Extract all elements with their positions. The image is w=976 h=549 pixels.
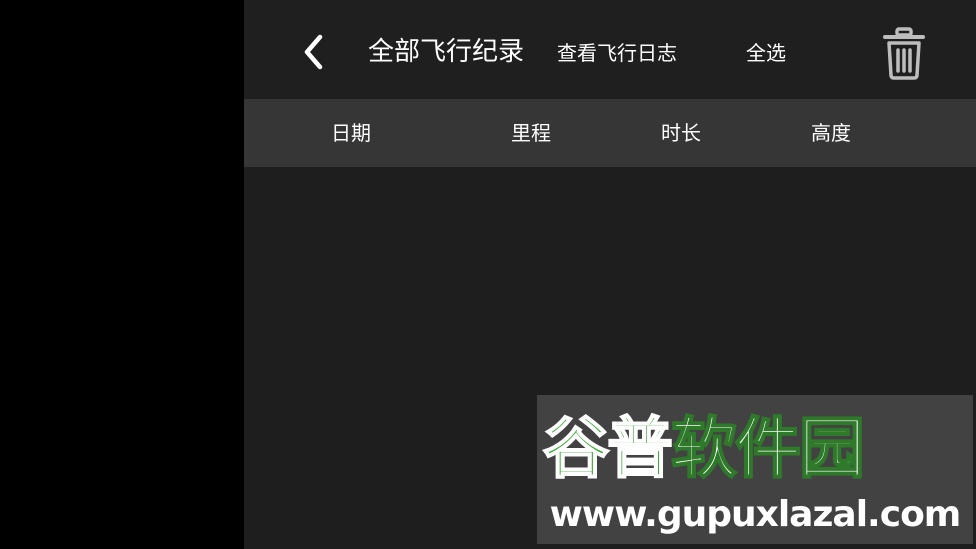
left-blank-pane: [0, 0, 244, 549]
back-button[interactable]: [292, 30, 336, 74]
trash-icon: [883, 27, 925, 80]
app-screen: 全部飞行纪录 查看飞行日志 全选 日期 里程 时长 高度 谷普软件园 www.g…: [0, 0, 976, 549]
watermark-url: www.gupuxlazal.com: [549, 494, 962, 535]
column-header-altitude: 高度: [811, 121, 851, 145]
select-all-button[interactable]: 全选: [746, 38, 786, 68]
chevron-left-icon: [304, 34, 323, 70]
watermark-logo: 谷普软件园: [542, 409, 967, 489]
watermark-logo-part2: 软件园: [670, 409, 866, 488]
delete-button[interactable]: [880, 26, 928, 82]
watermark: 谷普软件园 www.gupuxlazal.com: [537, 395, 973, 544]
column-header-date: 日期: [331, 121, 371, 145]
top-bar: 全部飞行纪录 查看飞行日志 全选: [244, 0, 976, 99]
column-header-duration: 时长: [661, 121, 701, 145]
page-title: 全部飞行纪录: [368, 37, 525, 67]
view-flight-log-button[interactable]: 查看飞行日志: [557, 38, 677, 68]
records-table-header: 日期 里程 时长 高度: [244, 99, 976, 167]
column-header-distance: 里程: [511, 121, 551, 145]
watermark-logo-part1: 谷普: [542, 409, 674, 488]
